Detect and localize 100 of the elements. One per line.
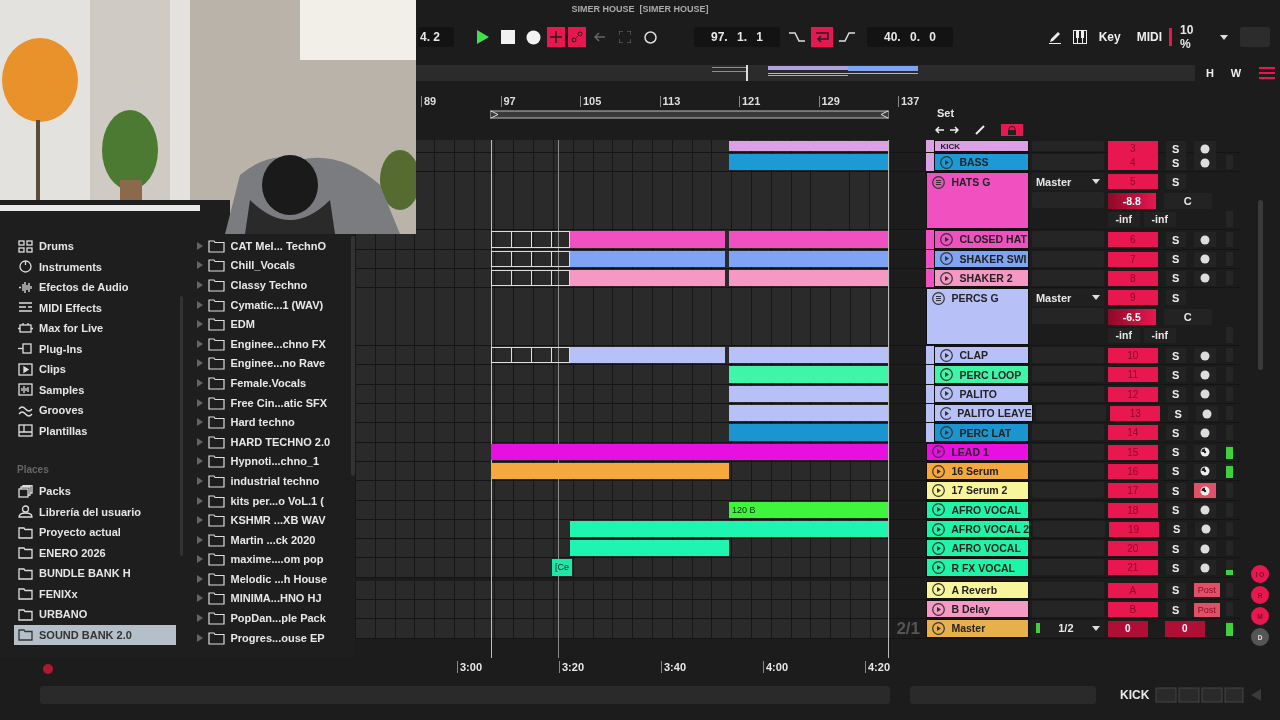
group-fold-icon[interactable] (932, 292, 946, 306)
track-lane[interactable] (416, 140, 890, 152)
expand-triangle-icon[interactable] (197, 281, 204, 289)
track-header[interactable]: BASS (934, 153, 1029, 172)
solo-button[interactable]: S (1165, 541, 1186, 557)
solo-button[interactable]: S (1165, 386, 1186, 402)
browser-category[interactable]: Plantillas (14, 420, 176, 441)
solo-button[interactable]: S (1165, 367, 1186, 383)
browser-category[interactable]: Clips (14, 359, 176, 380)
expand-triangle-icon[interactable] (197, 535, 204, 544)
track-lane[interactable] (355, 230, 890, 249)
clip[interactable] (729, 231, 888, 248)
track-lane[interactable] (355, 619, 890, 638)
clip[interactable] (570, 347, 725, 364)
folder-item[interactable]: kits per...o VoL.1 ( (197, 490, 347, 511)
punch-out-icon[interactable] (839, 31, 855, 43)
track-header[interactable]: PERCS G (926, 288, 1029, 346)
volume-field[interactable]: 0 (1107, 620, 1148, 637)
track-lane[interactable] (355, 600, 890, 619)
volume-field[interactable]: 0 (1164, 620, 1205, 637)
folder-item[interactable]: Martin ...ck 2020 (197, 529, 347, 550)
track-lane[interactable] (355, 539, 890, 558)
expand-triangle-icon[interactable] (197, 594, 204, 603)
time-ruler[interactable]: 3:00 3:20 3:40 4:00 4:20 (355, 658, 890, 678)
solo-button[interactable]: S (1165, 444, 1186, 460)
clip[interactable] (491, 443, 888, 460)
play-icon[interactable] (932, 541, 946, 555)
folder-item[interactable]: Chill_Vocals (197, 255, 347, 276)
track-header[interactable]: HATS G (926, 172, 1029, 230)
folder-item[interactable]: Melodic ...h House (197, 569, 347, 589)
play-icon[interactable] (932, 522, 946, 536)
clip[interactable]: 120 B (729, 501, 888, 518)
arm-button[interactable] (1193, 232, 1216, 248)
place-item[interactable]: ENERO 2026 (14, 542, 176, 563)
solo-button[interactable]: S (1166, 521, 1187, 537)
solo-button[interactable]: S (1165, 463, 1186, 479)
track-lane[interactable] (355, 346, 890, 365)
place-item[interactable]: Librería del usuario (14, 501, 176, 522)
play-icon[interactable] (940, 348, 954, 362)
back-arrow-icon[interactable] (594, 32, 606, 42)
play-icon[interactable] (940, 387, 954, 401)
expand-triangle-icon[interactable] (197, 339, 204, 348)
volume-field[interactable]: -8.8 (1107, 192, 1156, 209)
clip[interactable] (729, 385, 888, 403)
expand-triangle-icon[interactable] (197, 320, 204, 329)
solo-button[interactable]: S (1165, 348, 1186, 364)
solo-button[interactable]: S (1165, 174, 1186, 190)
arm-button[interactable] (1193, 367, 1216, 383)
track-header[interactable]: CLAP (934, 346, 1029, 365)
expand-triangle-icon[interactable] (197, 516, 204, 525)
track-header[interactable]: CLOSED HAT (934, 230, 1029, 249)
arm-button[interactable] (1193, 270, 1216, 286)
view-button[interactable]: H (1199, 64, 1221, 82)
expand-triangle-icon[interactable] (197, 241, 204, 250)
track-header[interactable]: Master (926, 619, 1029, 638)
clip[interactable] (729, 347, 888, 364)
pencil-icon[interactable] (1047, 30, 1062, 44)
menu-icon[interactable] (1259, 67, 1275, 79)
folder-item[interactable]: CAT Mel... TechnO (197, 236, 347, 256)
solo-button[interactable]: S (1168, 406, 1189, 422)
clip[interactable] (729, 366, 888, 383)
track-header[interactable]: R FX VOCAL (926, 558, 1029, 577)
folder-item[interactable]: Enginee...no Rave (197, 353, 347, 374)
clip[interactable] (570, 250, 725, 267)
folder-item[interactable]: HARD TECHNO 2.0 (197, 431, 347, 452)
browser-category[interactable]: Max for Live (14, 318, 176, 339)
output-dropdown[interactable]: Master (1031, 173, 1104, 191)
scrollbar[interactable] (1257, 200, 1263, 370)
play-icon[interactable] (932, 583, 946, 597)
solo-button[interactable]: S (1165, 560, 1186, 576)
expand-triangle-icon[interactable] (197, 398, 204, 407)
arm-button[interactable] (1194, 521, 1217, 537)
device-thumbnails-drawing[interactable] (1155, 687, 1246, 703)
track-lane[interactable] (355, 580, 890, 600)
browser-category[interactable]: Samples (14, 379, 176, 400)
clip[interactable] (570, 231, 725, 248)
browser-category[interactable]: Grooves (14, 400, 176, 421)
clip[interactable] (570, 269, 725, 287)
track-header[interactable]: 17 Serum 2 (926, 481, 1029, 500)
clip[interactable] (729, 405, 888, 422)
volume-field[interactable]: -6.5 (1107, 308, 1156, 325)
place-item[interactable]: URBANO (14, 604, 176, 625)
folder-item[interactable]: Enginee...chno FX (197, 333, 347, 354)
solo-button[interactable]: S (1165, 290, 1186, 306)
automation-arm-button[interactable] (568, 27, 586, 47)
place-item[interactable]: SOUND BANK 2.0 (14, 624, 176, 645)
solo-button[interactable]: S (1165, 155, 1186, 170)
browser-category[interactable]: Efectos de Audio (14, 277, 176, 298)
folder-item[interactable]: Cymatic...1 (WAV) (197, 294, 347, 315)
track-lane[interactable] (355, 365, 890, 384)
capture-frame-icon[interactable] (619, 31, 631, 43)
solo-button[interactable]: S (1165, 425, 1186, 441)
play-icon[interactable] (940, 271, 954, 285)
track-header[interactable]: PALITO LEAYE (933, 404, 1033, 423)
output-dropdown[interactable]: Master (1031, 289, 1104, 307)
view-button[interactable]: W (1225, 64, 1247, 82)
folder-item[interactable]: maxime....om pop (197, 549, 347, 570)
expand-triangle-icon[interactable] (197, 633, 204, 642)
solo-button[interactable]: S (1165, 251, 1186, 267)
folder-item[interactable]: EDM (197, 314, 347, 334)
